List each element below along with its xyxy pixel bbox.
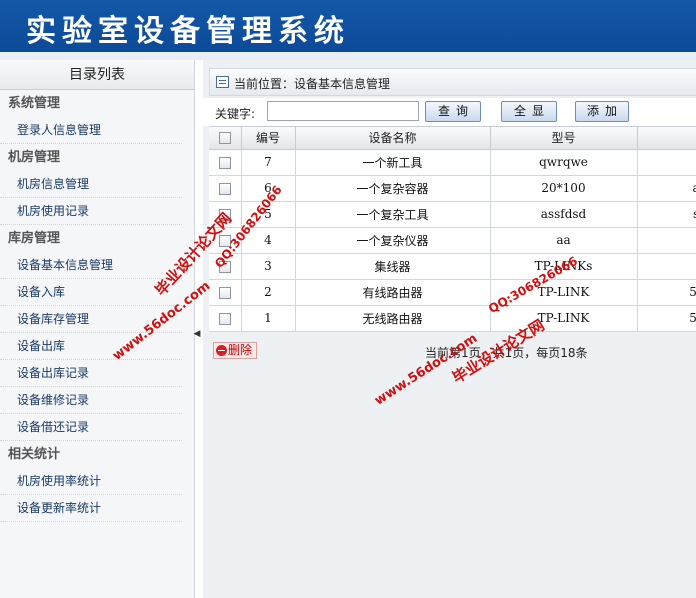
sidebar: 目录列表 系统管理 登录人信息管理 机房管理 机房信息管理 机房使用记录 库房管… (0, 60, 195, 598)
cell-name: 有线路由器 (295, 279, 491, 306)
cell-spec: 50M (637, 305, 696, 332)
select-all-checkbox[interactable] (218, 132, 231, 145)
table-row: 7 一个新工具 qwrqwe as (209, 149, 696, 176)
keyword-label: 关键字: (215, 107, 256, 121)
delete-minus-icon (216, 345, 227, 356)
column-header-model[interactable]: 型号 (490, 127, 638, 150)
column-header-id[interactable]: 编号 (241, 127, 296, 150)
cell-spec: s (637, 227, 696, 254)
cell-model: qwrqwe (490, 149, 638, 176)
cell-spec: asd (637, 175, 696, 202)
keyword-input[interactable] (267, 101, 419, 121)
sidebar-group-warehouse[interactable]: 库房管理 (0, 225, 194, 252)
breadcrumb-text: 当前位置：设备基本信息管理 (234, 77, 391, 91)
sidebar-group-system[interactable]: 系统管理 (0, 90, 194, 117)
cell-name: 集线器 (295, 253, 491, 280)
header-divider (0, 52, 696, 60)
table-header-row: 编号 设备名称 型号 规 (209, 127, 696, 150)
table-row: 6 一个复杂容器 20*100 asd (209, 175, 696, 202)
table-row: 3 集线器 TP-LINKs 12 (209, 253, 696, 280)
row-checkbox[interactable] (218, 286, 231, 299)
row-checkbox[interactable] (218, 182, 231, 195)
device-table: 编号 设备名称 型号 规 7 一个新工具 qwrqwe as 6 一个复杂容 (209, 127, 696, 332)
sidebar-title: 目录列表 (0, 60, 194, 90)
column-header-spec[interactable]: 规 (637, 127, 696, 150)
cell-spec: 12 (637, 253, 696, 280)
cell-name: 一个复杂工具 (295, 201, 491, 228)
show-all-button[interactable]: 全显 (501, 101, 557, 122)
app-header: 实验室设备管理系统 (0, 0, 696, 52)
cell-name: 无线路由器 (295, 305, 491, 332)
app-title: 实验室设备管理系统 (26, 14, 350, 49)
cell-name: 一个复杂容器 (295, 175, 491, 202)
cell-id: 3 (241, 253, 296, 280)
cell-name: 一个复杂仪器 (295, 227, 491, 254)
cell-id: 1 (241, 305, 296, 332)
table-row: 4 一个复杂仪器 aa s (209, 227, 696, 254)
device-table-container: 编号 设备名称 型号 规 7 一个新工具 qwrqwe as 6 一个复杂容 (209, 126, 696, 332)
delete-label: 删除 (228, 343, 253, 357)
table-row: 5 一个复杂工具 assfdsd ssd (209, 201, 696, 228)
collapse-arrow-icon[interactable]: ◀ (193, 325, 201, 343)
row-checkbox[interactable] (218, 156, 231, 169)
search-bar: 关键字: 查询 全显 添加 (203, 98, 696, 126)
delete-button[interactable]: 删除 (213, 342, 257, 359)
cell-spec: 50M (637, 279, 696, 306)
sidebar-item-room-usage[interactable]: 机房使用记录 (0, 198, 182, 225)
query-button[interactable]: 查询 (425, 101, 481, 122)
cell-model: 20*100 (490, 175, 638, 202)
row-checkbox[interactable] (218, 312, 231, 325)
column-header-name[interactable]: 设备名称 (295, 127, 491, 150)
sidebar-item-device-out[interactable]: 设备出库 (0, 333, 182, 360)
add-button[interactable]: 添加 (575, 101, 629, 122)
sidebar-item-login-user[interactable]: 登录人信息管理 (0, 117, 182, 144)
select-all-header[interactable] (209, 127, 242, 150)
sidebar-item-room-usage-stats[interactable]: 机房使用率统计 (0, 468, 182, 495)
sidebar-group-machine-room[interactable]: 机房管理 (0, 144, 194, 171)
cell-spec: as (637, 149, 696, 176)
table-row: 2 有线路由器 TP-LINK 50M (209, 279, 696, 306)
cell-model: assfdsd (490, 201, 638, 228)
sidebar-item-device-borrow-log[interactable]: 设备借还记录 (0, 414, 182, 441)
cell-spec: ssd (637, 201, 696, 228)
sidebar-item-device-update-stats[interactable]: 设备更新率统计 (0, 495, 182, 522)
sidebar-item-device-info[interactable]: 设备基本信息管理 (0, 252, 182, 279)
sidebar-item-device-repair-log[interactable]: 设备维修记录 (0, 387, 182, 414)
table-row: 1 无线路由器 TP-LINK 50M (209, 305, 696, 332)
breadcrumb: 当前位置：设备基本信息管理 (209, 68, 696, 96)
main-panel: 当前位置：设备基本信息管理 关键字: 查询 全显 添加 编号 设备名称 型号 规 (203, 60, 696, 598)
cell-id: 2 (241, 279, 296, 306)
breadcrumb-list-icon (216, 76, 229, 88)
cell-id: 7 (241, 149, 296, 176)
sidebar-group-statistics[interactable]: 相关统计 (0, 441, 194, 468)
cell-model: TP-LINK (490, 305, 638, 332)
cell-name: 一个新工具 (295, 149, 491, 176)
cell-model: aa (490, 227, 638, 254)
sidebar-item-room-info[interactable]: 机房信息管理 (0, 171, 182, 198)
sidebar-item-device-out-log[interactable]: 设备出库记录 (0, 360, 182, 387)
